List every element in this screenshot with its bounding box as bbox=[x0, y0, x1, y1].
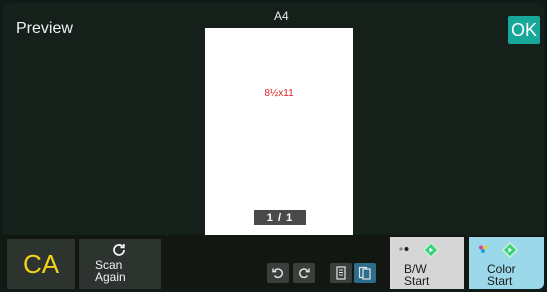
single-page-icon bbox=[336, 266, 346, 280]
color-indicator-icon bbox=[479, 245, 487, 253]
paper-size-label: A4 bbox=[274, 9, 289, 23]
rotate-left-button[interactable] bbox=[267, 263, 289, 283]
clear-all-button[interactable]: CA bbox=[7, 239, 75, 289]
start-diamond-icon bbox=[502, 242, 518, 258]
rotate-right-icon bbox=[299, 268, 310, 279]
scan-again-label: Scan Again bbox=[95, 258, 126, 284]
rotate-right-button[interactable] bbox=[293, 263, 315, 283]
multi-page-view-button[interactable] bbox=[354, 263, 376, 283]
refresh-icon bbox=[113, 244, 125, 256]
start-diamond-icon bbox=[423, 242, 439, 258]
color-start-label: Color Start bbox=[487, 262, 516, 288]
multi-page-icon bbox=[358, 266, 371, 280]
single-page-view-button[interactable] bbox=[330, 263, 352, 283]
page-size-label: 8½x11 bbox=[264, 88, 294, 99]
screen-title: Preview bbox=[16, 20, 73, 37]
ok-button[interactable]: OK bbox=[508, 16, 540, 44]
bw-start-button[interactable]: B/W Start bbox=[390, 237, 464, 289]
preview-page: 8½x11 1 / 1 bbox=[205, 28, 353, 238]
preview-screen: Preview A4 OK 8½x11 1 / 1 CA Scan Again bbox=[3, 3, 544, 289]
bw-indicator-icon bbox=[399, 247, 409, 251]
scan-again-button[interactable]: Scan Again bbox=[79, 239, 161, 289]
bw-start-label: B/W Start bbox=[404, 262, 430, 288]
color-start-button[interactable]: Color Start bbox=[469, 237, 544, 289]
page-counter: 1 / 1 bbox=[254, 210, 306, 225]
rotate-left-icon bbox=[272, 268, 283, 279]
bottom-toolbar: CA Scan Again B/W Start Color Start bbox=[3, 235, 544, 289]
